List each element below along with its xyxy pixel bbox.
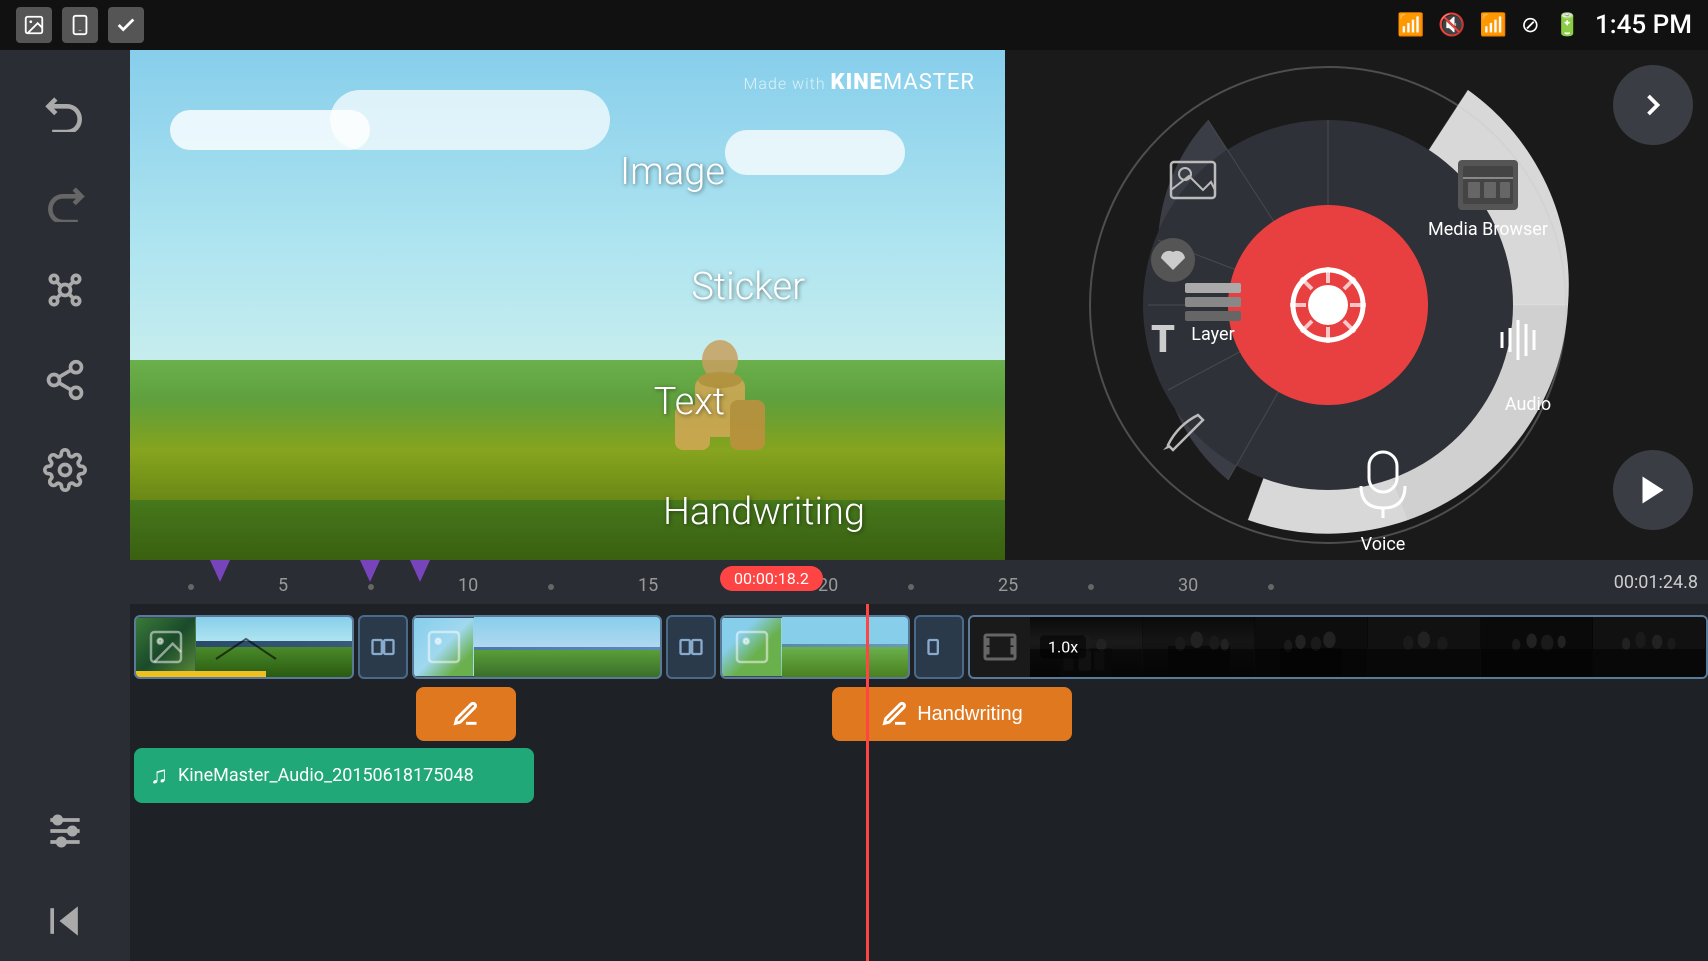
video-clip-2[interactable] bbox=[412, 615, 662, 679]
ruler-dot bbox=[1268, 584, 1274, 590]
status-bar: 📶 🔇 📶 ⊘ 🔋 1:45 PM bbox=[0, 0, 1708, 50]
marker-start[interactable] bbox=[210, 560, 230, 582]
check-icon[interactable] bbox=[108, 7, 144, 43]
ruler-15: 15 bbox=[638, 575, 658, 596]
wifi-icon: 📶 bbox=[1480, 13, 1507, 38]
text-icon: T bbox=[1151, 318, 1175, 362]
ruler-25: 25 bbox=[998, 575, 1018, 596]
adjust-button[interactable] bbox=[25, 791, 105, 871]
share-button[interactable] bbox=[25, 340, 105, 420]
handwriting-btn-labeled[interactable]: Handwriting bbox=[832, 687, 1072, 741]
clip-thumbnail-3 bbox=[722, 618, 782, 676]
effects-button[interactable] bbox=[25, 250, 105, 330]
current-time-badge: 00:00:18.2 bbox=[720, 566, 823, 591]
cloud-2 bbox=[330, 90, 610, 150]
status-time: 1:45 PM bbox=[1595, 10, 1692, 40]
timeline: 5 10 15 20 25 30 00:00:18.2 00:01:24.8 bbox=[130, 560, 1708, 961]
transition-1[interactable] bbox=[358, 615, 408, 679]
ruler-dot bbox=[1088, 584, 1094, 590]
bluetooth-icon: 📶 bbox=[1397, 13, 1424, 38]
ruler-dot bbox=[548, 584, 554, 590]
filmstrip-icon bbox=[970, 617, 1030, 677]
ruler-dot bbox=[188, 584, 194, 590]
settings-button[interactable] bbox=[25, 430, 105, 510]
marker-out[interactable] bbox=[410, 560, 430, 582]
layer-icon bbox=[1185, 297, 1241, 307]
marker-in[interactable] bbox=[360, 560, 380, 582]
video-clip-3[interactable] bbox=[720, 615, 910, 679]
sticker-label: Sticker bbox=[691, 265, 805, 309]
speed-label: 1.0x bbox=[1040, 636, 1086, 659]
audio-track-row: ♫ KineMaster_Audio_20150618175048 bbox=[130, 746, 1708, 804]
clip-progress-bar bbox=[136, 671, 266, 677]
left-sidebar bbox=[0, 50, 130, 961]
flowers-layer bbox=[130, 400, 1005, 500]
rewind-button[interactable] bbox=[25, 881, 105, 961]
layer-label: Layer bbox=[1191, 324, 1234, 345]
handwriting-btn-icon[interactable] bbox=[416, 687, 516, 741]
transition-3[interactable] bbox=[914, 615, 964, 679]
radial-menu-svg: Media Browser Audio Voice Layer bbox=[1008, 60, 1648, 550]
ruler-5: 5 bbox=[278, 575, 288, 596]
preview-area: Made with KINEMASTER Image Sticker Text … bbox=[130, 50, 1005, 560]
ruler-dot bbox=[908, 584, 914, 590]
watermark: Made with KINEMASTER bbox=[744, 70, 975, 95]
text-label: Text bbox=[654, 380, 725, 424]
battery-icon: 🔋 bbox=[1554, 13, 1581, 38]
media-browser-label: Media Browser bbox=[1428, 219, 1548, 240]
status-right-icons: 📶 🔇 📶 ⊘ 🔋 1:45 PM bbox=[1397, 10, 1692, 40]
clip-thumbnail-2 bbox=[414, 618, 474, 676]
alarm-icon: ⊘ bbox=[1521, 13, 1539, 38]
transition-2[interactable] bbox=[666, 615, 716, 679]
preview-background: Made with KINEMASTER Image Sticker Text … bbox=[130, 50, 1005, 560]
voice-label: Voice bbox=[1361, 534, 1406, 555]
timeline-ruler: 5 10 15 20 25 30 00:00:18.2 00:01:24.8 bbox=[130, 560, 1708, 604]
mute-icon: 🔇 bbox=[1438, 13, 1465, 38]
ruler-10: 10 bbox=[458, 575, 478, 596]
audio-label: Audio bbox=[1505, 394, 1551, 415]
video-clip-filmstrip[interactable]: 1.0x bbox=[968, 615, 1708, 679]
status-left-icons bbox=[16, 7, 144, 43]
handwriting-label: Handwriting bbox=[917, 703, 1023, 726]
tablet-icon[interactable] bbox=[62, 7, 98, 43]
handwriting-label: Handwriting bbox=[663, 490, 865, 534]
handwriting-track-row: Handwriting bbox=[130, 682, 1708, 746]
audio-clip[interactable]: ♫ KineMaster_Audio_20150618175048 bbox=[134, 748, 534, 803]
redo-button[interactable] bbox=[25, 160, 105, 240]
clip-thumbnail-1 bbox=[136, 618, 196, 676]
gallery-icon[interactable] bbox=[16, 7, 52, 43]
image-label: Image bbox=[620, 150, 725, 194]
end-time: 00:01:24.8 bbox=[1614, 572, 1698, 593]
ruler-dot bbox=[368, 584, 374, 590]
video-clip-1[interactable] bbox=[134, 615, 354, 679]
right-panel: Media Browser Audio Voice Layer bbox=[1008, 50, 1708, 560]
undo-button[interactable] bbox=[25, 70, 105, 150]
audio-filename: KineMaster_Audio_20150618175048 bbox=[178, 765, 474, 786]
cloud-3 bbox=[725, 130, 905, 175]
music-note-icon: ♫ bbox=[150, 761, 168, 790]
ruler-30: 30 bbox=[1178, 575, 1198, 596]
